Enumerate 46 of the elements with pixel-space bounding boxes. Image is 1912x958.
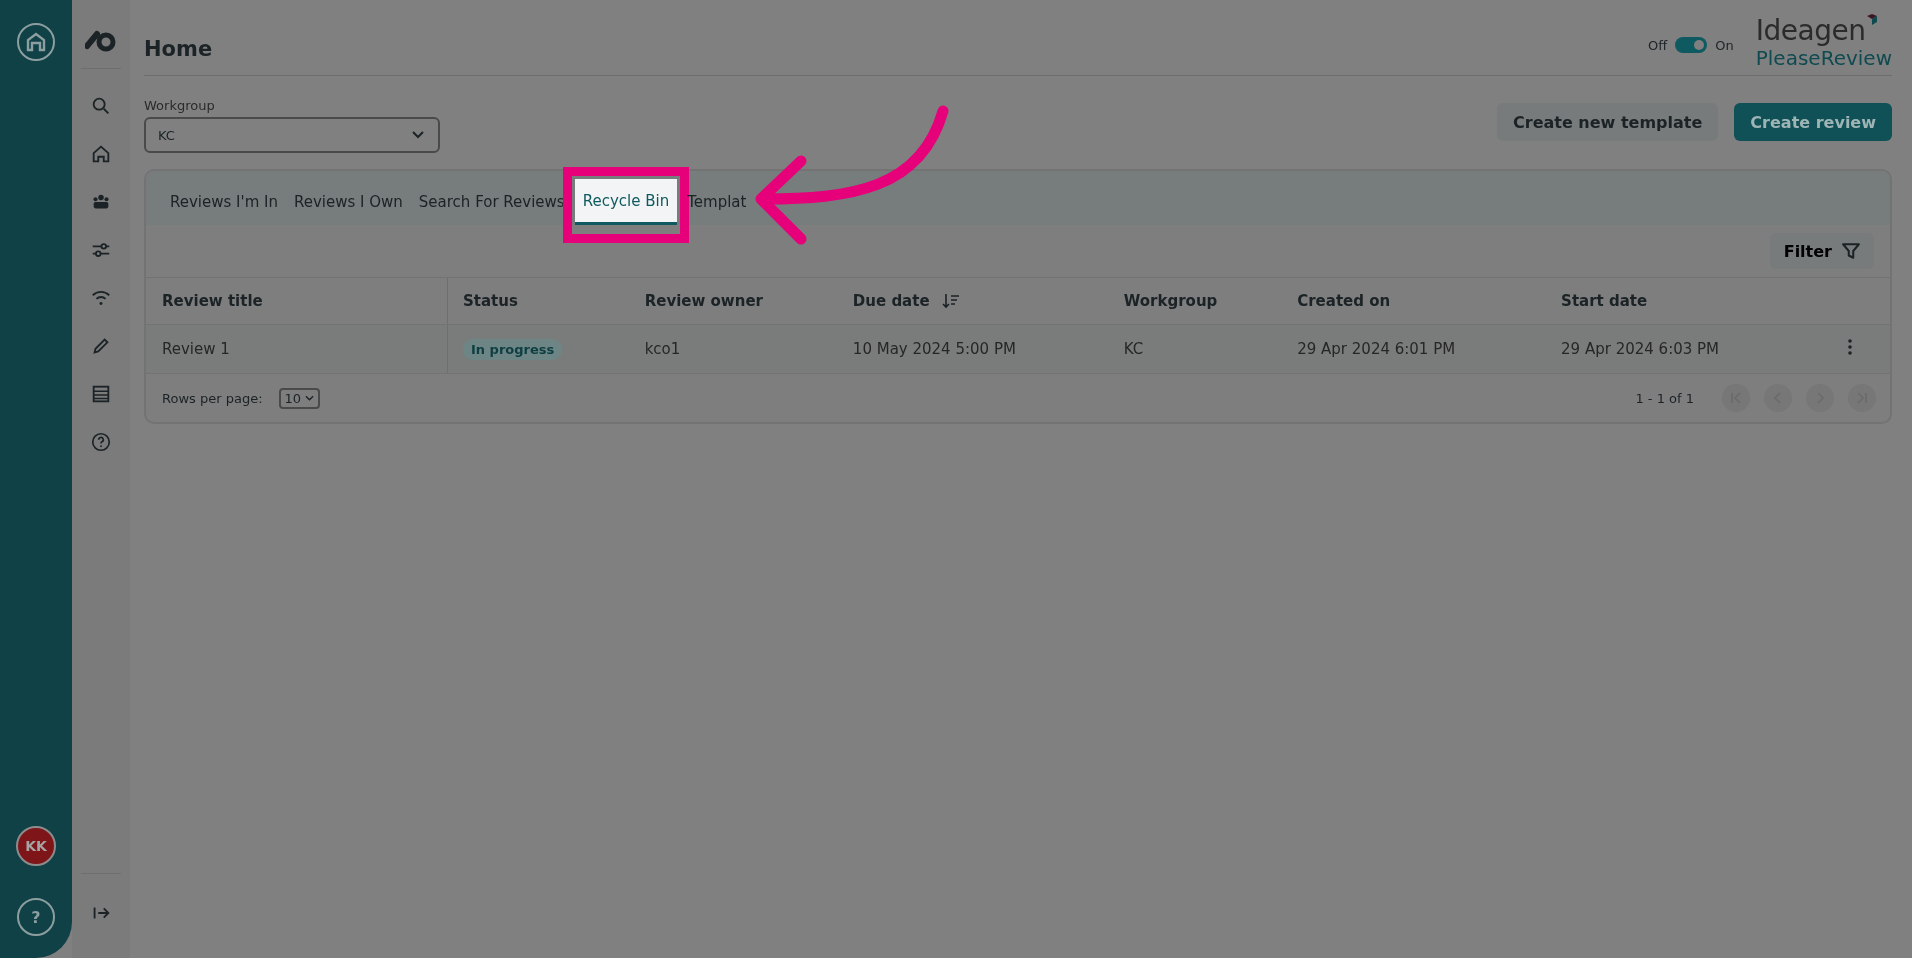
off-label: Off <box>1648 37 1668 53</box>
field-label: Workgroup <box>144 98 216 113</box>
home-icon[interactable] <box>16 22 56 62</box>
chevron-down-icon <box>305 395 315 401</box>
on-label: On <box>1715 37 1734 53</box>
page-range: 1 - 1 of 1 <box>1635 390 1694 406</box>
workgroup-select[interactable]: KC <box>144 117 440 153</box>
column-header[interactable]: Start date <box>1561 292 1648 310</box>
logo-icon <box>85 30 117 54</box>
list-icon[interactable] <box>90 383 112 405</box>
tab[interactable]: Search For Reviews <box>410 179 573 225</box>
brand-name: Ideagen <box>1755 16 1866 47</box>
column-header[interactable]: Created on <box>1297 292 1391 310</box>
tab[interactable]: Recycle Bin <box>574 179 678 225</box>
table-cell: 29 Apr 2024 6:03 PM <box>1561 340 1720 358</box>
page-title: Home <box>144 37 213 61</box>
status-badge: In progress <box>463 339 563 360</box>
column-header[interactable]: Review owner <box>644 292 763 310</box>
more-icon[interactable] <box>1847 338 1853 356</box>
search-icon[interactable] <box>90 95 112 117</box>
rows-per-page-select[interactable]: 10 <box>278 387 321 409</box>
table-cell: 29 Apr 2024 6:01 PM <box>1297 340 1456 358</box>
help-icon[interactable] <box>90 431 112 453</box>
home-icon[interactable] <box>90 143 112 165</box>
table-cell: KC <box>1123 340 1144 358</box>
pencil-icon[interactable] <box>90 335 112 357</box>
table-cell: kco1 <box>644 340 681 358</box>
filter-button[interactable]: Filter <box>1769 233 1874 269</box>
column-header[interactable]: Due date <box>852 292 960 310</box>
user-avatar[interactable]: KK <box>16 826 56 866</box>
sort-icon[interactable] <box>941 293 960 309</box>
chevron-down-icon[interactable] <box>412 131 424 139</box>
help-button[interactable]: ? <box>17 898 55 936</box>
filter-icon <box>1842 242 1860 260</box>
column-header[interactable]: Status <box>463 292 518 310</box>
column-header[interactable]: Workgroup <box>1123 292 1218 310</box>
create-template-button[interactable]: Create new template <box>1497 103 1719 141</box>
table-cell: Review 1 <box>162 340 230 358</box>
create-review-button[interactable]: Create review <box>1734 103 1892 141</box>
column-header[interactable]: Review title <box>162 292 263 310</box>
tab[interactable]: Reviews I Own <box>285 179 411 225</box>
product-name: PleaseReview <box>1755 47 1892 69</box>
toggle-switch[interactable] <box>1675 37 1708 53</box>
rows-per-page-label: Rows per page: <box>162 390 263 406</box>
tab[interactable]: Reviews I'm In <box>162 179 286 225</box>
table-cell: 10 May 2024 5:00 PM <box>852 340 1016 358</box>
